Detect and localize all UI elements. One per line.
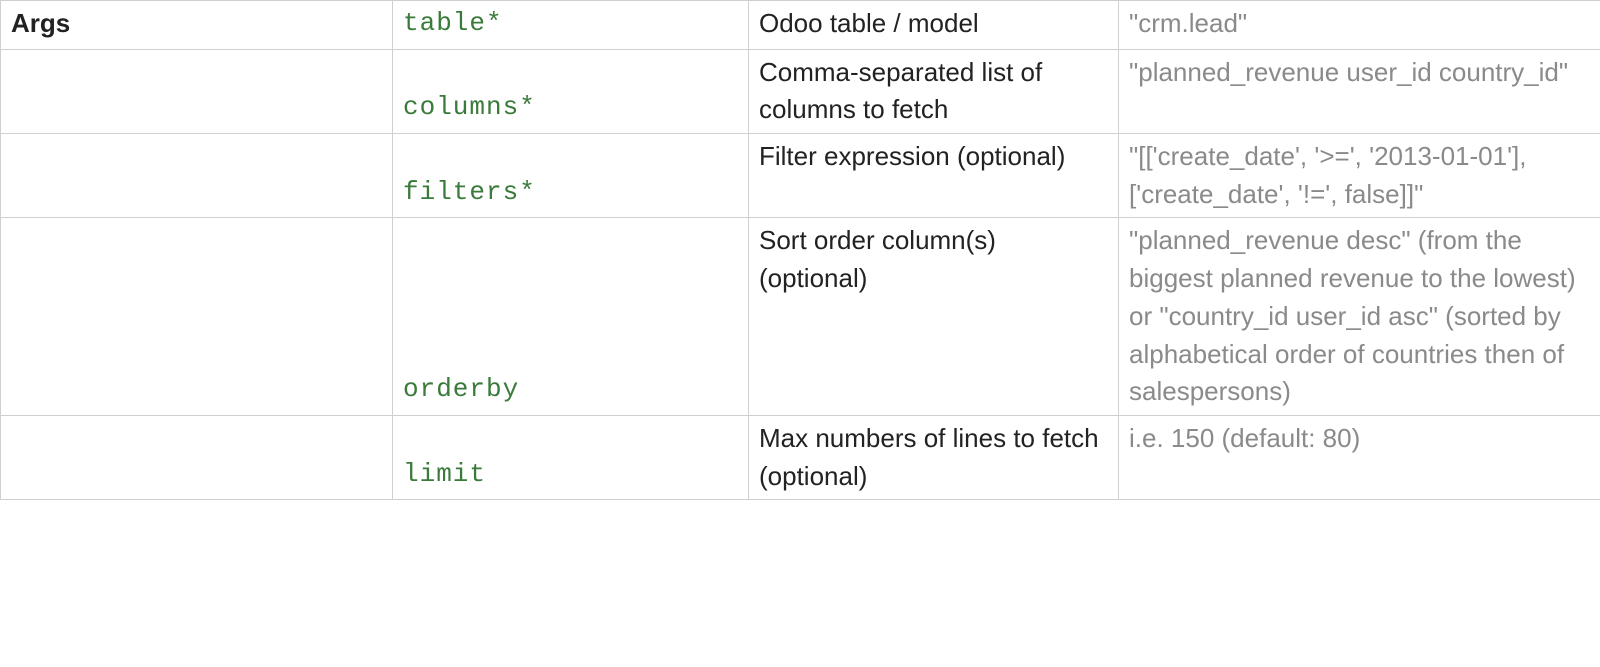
table-row: orderby Sort order column(s) (optional) … [1,218,1600,415]
table-row: columns* Comma-separated list of columns… [1,49,1600,133]
param-example-cell: "planned_revenue user_id country_id" [1119,49,1600,133]
args-header-cell-empty [1,218,393,415]
table-row: limit Max numbers of lines to fetch (opt… [1,415,1600,499]
param-desc-cell: Filter expression (optional) [749,134,1119,218]
param-name-cell: columns* [393,49,749,133]
param-name-cell: table* [393,1,749,50]
param-example-cell: i.e. 150 (default: 80) [1119,415,1600,499]
args-header-cell-empty [1,49,393,133]
param-desc-cell: Odoo table / model [749,1,1119,50]
param-desc-cell: Max numbers of lines to fetch (optional) [749,415,1119,499]
param-name-cell: filters* [393,134,749,218]
table-row: Args table* Odoo table / model "crm.lead… [1,1,1600,50]
args-header-cell-empty [1,415,393,499]
param-name-cell: orderby [393,218,749,415]
args-header-cell-empty [1,134,393,218]
param-example-cell: "[['create_date', '>=', '2013-01-01'],['… [1119,134,1600,218]
param-desc-cell: Comma-separated list of columns to fetch [749,49,1119,133]
param-example-cell: "crm.lead" [1119,1,1600,50]
args-header-cell: Args [1,1,393,50]
args-table: Args table* Odoo table / model "crm.lead… [0,0,1600,500]
param-example-cell: "planned_revenue desc" (from the biggest… [1119,218,1600,415]
table-row: filters* Filter expression (optional) "[… [1,134,1600,218]
param-name-cell: limit [393,415,749,499]
param-desc-cell: Sort order column(s) (optional) [749,218,1119,415]
